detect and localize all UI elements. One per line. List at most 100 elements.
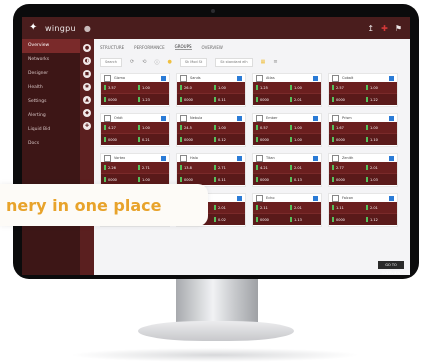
rail-icon-5[interactable]: ▲: [83, 96, 91, 104]
value: 0000: [184, 177, 193, 182]
value: 1.00: [294, 125, 302, 130]
cell-b: 0.02: [211, 217, 245, 222]
sidebar-item-settings[interactable]: Settings: [22, 95, 80, 109]
menu-icon[interactable]: ●: [84, 24, 91, 33]
info-icon[interactable]: ⓘ: [154, 59, 159, 66]
cell-b: 1.00: [135, 125, 169, 130]
warning-icon[interactable]: ●: [167, 59, 171, 65]
device-card[interactable]: Ember 0.57 1.00 0000 1.00: [252, 113, 322, 147]
pin-icon[interactable]: [389, 75, 394, 81]
pin-icon[interactable]: [313, 195, 318, 201]
card-row: 24.5 1.00: [177, 122, 245, 133]
sidebar-item-liquid-bid[interactable]: Liquid Bid: [22, 123, 80, 137]
sidebar-item-overview[interactable]: Overview: [22, 39, 80, 53]
metric-select[interactable]: Sk Mod St: [179, 57, 208, 67]
value: 0000: [260, 217, 269, 222]
sidebar-item-docs[interactable]: Docs: [22, 137, 80, 151]
grid-view-icon[interactable]: ▦: [261, 59, 266, 65]
cell-b: 1.00: [135, 85, 169, 90]
card-row: 0000 0.13: [253, 173, 321, 185]
tab-groups[interactable]: GROUPS: [174, 44, 192, 50]
notifications-icon[interactable]: ↥: [367, 24, 374, 33]
value: 2.01: [294, 165, 302, 170]
cell-b: 1.00: [363, 85, 397, 90]
sidebar-item-networks[interactable]: Networks: [22, 53, 80, 67]
monitor-stand-base: [138, 321, 294, 341]
sidebar-item-designer[interactable]: Designer: [22, 67, 80, 81]
pin-icon[interactable]: [161, 115, 166, 121]
pin-icon[interactable]: [313, 155, 318, 161]
rail-icon-1[interactable]: ●: [83, 44, 91, 52]
go-to-overview-button[interactable]: GO TO OVERVIEW: [378, 261, 404, 275]
pin-icon[interactable]: [313, 115, 318, 121]
rail-icon-7[interactable]: ✚: [83, 122, 91, 130]
device-card[interactable]: Halo 13.8 2.71 0000 0.11: [176, 153, 246, 187]
card-header: Zenith: [329, 154, 397, 162]
card-row: 3.57 1.00: [101, 82, 169, 93]
device-card[interactable]: Echo 2.11 2.01 0000 1.13: [252, 193, 322, 227]
pin-icon[interactable]: [237, 75, 242, 81]
rail-icon-2[interactable]: ◐: [83, 57, 91, 65]
status-bar-icon: [138, 97, 140, 102]
tab-structure[interactable]: STRUCTURE: [100, 45, 124, 50]
device-card[interactable]: Vortex 2.26 2.71 0000 1.00: [100, 153, 170, 187]
cell-b: 2.01: [363, 165, 397, 170]
value: 0000: [260, 177, 269, 182]
alerts-icon[interactable]: ✚: [381, 24, 388, 33]
device-card[interactable]: Cobalt 2.57 1.00 0000 1.22: [328, 73, 398, 107]
value: 2.71: [218, 165, 226, 170]
tab-overview[interactable]: OVERVIEW: [202, 45, 223, 50]
cell-a: 13.8: [177, 165, 211, 170]
card-row: 0000 1.00: [253, 133, 321, 145]
value: 2.26: [108, 165, 116, 170]
value: 1.00: [218, 125, 226, 130]
device-card[interactable]: Atlas 1.25 1.00 0000 2.01: [252, 73, 322, 107]
rail-icon-6[interactable]: ◆: [83, 109, 91, 117]
user-icon[interactable]: ⚑: [395, 24, 402, 33]
status-bar-icon: [290, 217, 292, 222]
value: 1.00: [142, 177, 150, 182]
sort-select[interactable]: Sk standard elh: [215, 57, 253, 67]
pin-icon[interactable]: [389, 155, 394, 161]
icon-rail: ● ◐ ◼ ✱ ▲ ◆ ✚: [80, 39, 94, 275]
tab-performance[interactable]: PERFORMANCE: [134, 45, 164, 50]
value: 2.11: [260, 205, 268, 210]
card-header: Echo: [253, 194, 321, 202]
card-row: 4.27 1.00: [101, 122, 169, 133]
value: 1.03: [370, 177, 378, 182]
device-card[interactable]: Prism 1.67 1.00 0000 1.10: [328, 113, 398, 147]
device-card[interactable]: Orbit 4.27 1.00 0000 0.21: [100, 113, 170, 147]
search-input[interactable]: Search: [100, 57, 123, 67]
rail-icon-3[interactable]: ◼: [83, 70, 91, 78]
cell-a: 0000: [101, 177, 135, 182]
pin-icon[interactable]: [237, 115, 242, 121]
pin-icon[interactable]: [313, 75, 318, 81]
card-row: 0000 1.12: [329, 213, 397, 225]
value: 2.71: [142, 165, 150, 170]
device-card[interactable]: Titan 4.21 2.01 0000 0.13: [252, 153, 322, 187]
sync-icon[interactable]: ⟲: [142, 59, 146, 65]
pin-icon[interactable]: [237, 155, 242, 161]
device-card[interactable]: Gizmo 3.57 1.00 0000 1.23: [100, 73, 170, 107]
pin-icon[interactable]: [161, 155, 166, 161]
card-header: Prism: [329, 114, 397, 122]
pin-icon[interactable]: [389, 195, 394, 201]
status-bar-icon: [332, 205, 334, 210]
pin-icon[interactable]: [389, 115, 394, 121]
device-card[interactable]: Falcon 1.11 2.01 0000 1.12: [328, 193, 398, 227]
pin-icon[interactable]: [161, 75, 166, 81]
value: 4.27: [108, 125, 116, 130]
status-bar-icon: [332, 97, 334, 102]
rail-icon-4[interactable]: ✱: [83, 83, 91, 91]
device-card[interactable]: Sands 26.0 1.00 0000 0.11: [176, 73, 246, 107]
pin-icon[interactable]: [237, 195, 242, 201]
list-view-icon[interactable]: ≡: [273, 59, 277, 65]
device-card[interactable]: Nebula 24.5 1.00 0000 0.12: [176, 113, 246, 147]
status-bar-icon: [290, 165, 292, 170]
sidebar-item-health[interactable]: Health: [22, 81, 80, 95]
sidebar-item-alerting[interactable]: Alerting: [22, 109, 80, 123]
status-bar-icon: [256, 205, 258, 210]
refresh-icon[interactable]: ⟳: [130, 59, 134, 65]
device-card[interactable]: Zenith 2.77 2.01 0000 1.03: [328, 153, 398, 187]
value: 2.77: [336, 165, 344, 170]
